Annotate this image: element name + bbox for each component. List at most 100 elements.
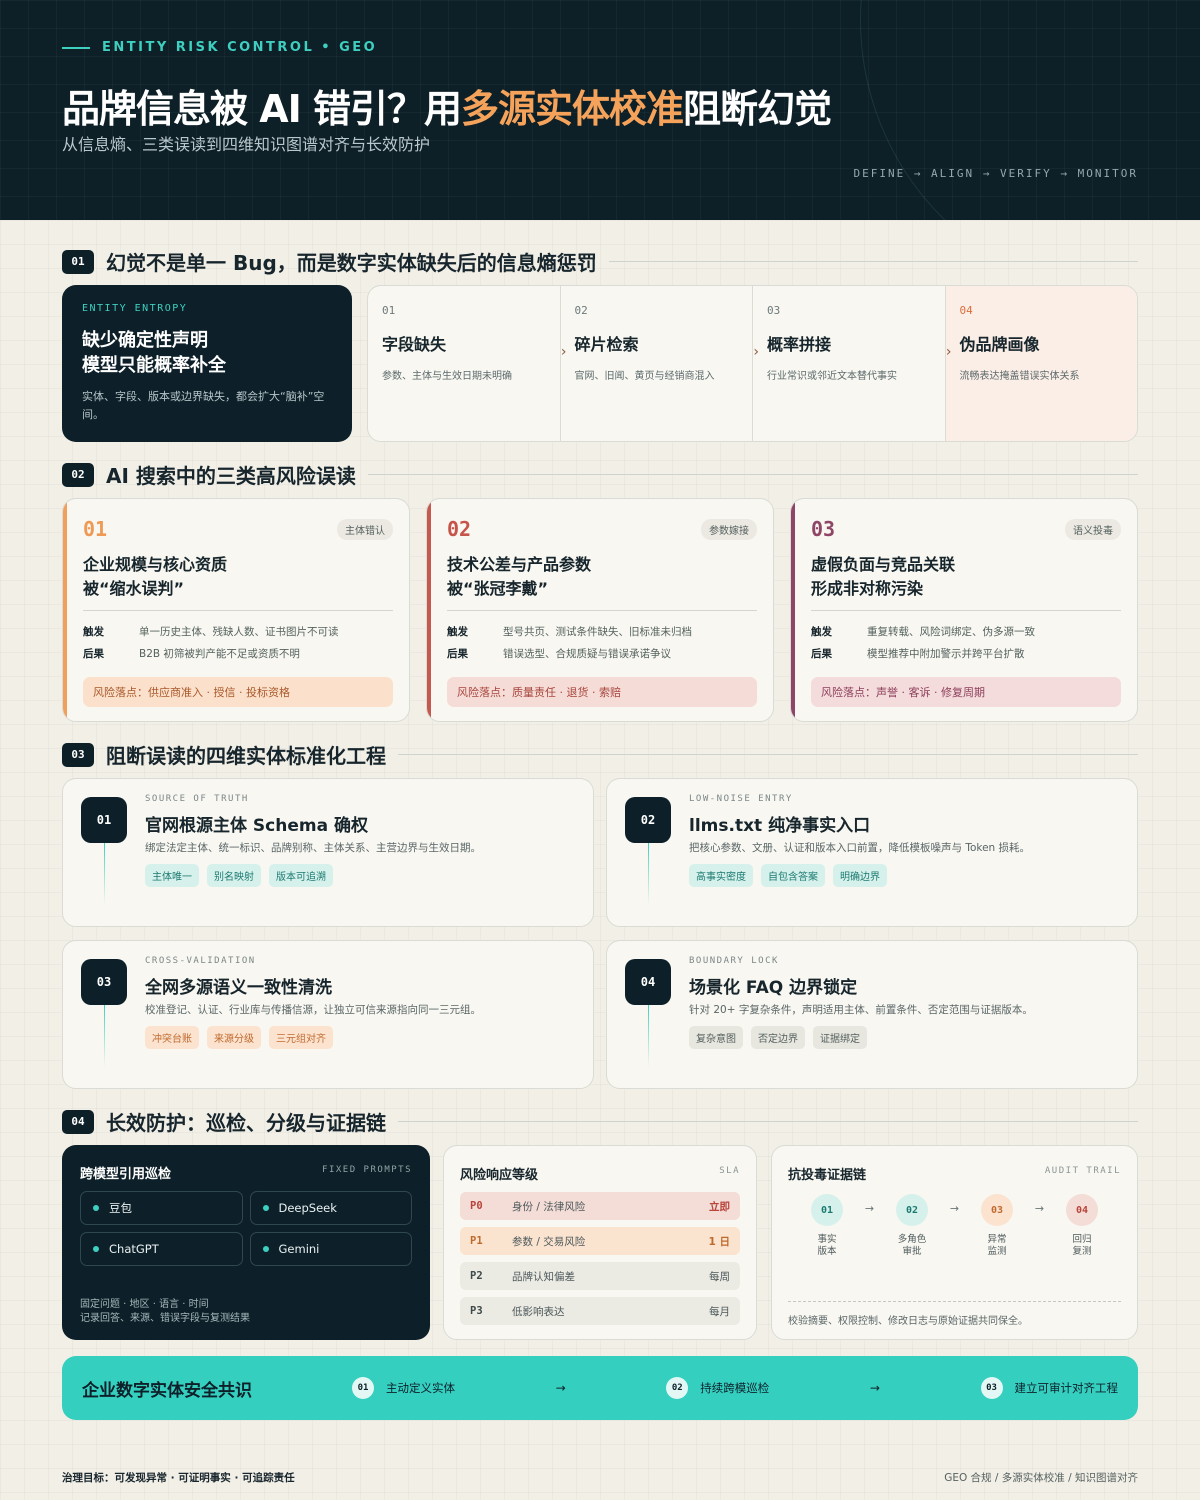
eyebrow-text: ENTITY RISK CONTROL • GEO	[102, 40, 378, 55]
accent-bar	[63, 499, 67, 721]
model-item: DeepSeek	[249, 1191, 412, 1225]
trigger-row: 触发 单一历史主体、残缺人数、证书图片不可读	[83, 621, 393, 643]
page-title: 品牌信息被 AI 错引？用多源实体校准阻断幻觉	[62, 78, 832, 133]
sla-time: 立即	[709, 1200, 730, 1213]
chip-group: 高事实密度 自包含答案 明确边界	[689, 864, 887, 887]
engineering-card-3: 03 CROSS-VALIDATION 全网多源语义一致性清洗 校准登记、认证、…	[62, 940, 594, 1089]
title-accent: 多源实体校准	[461, 87, 684, 131]
audit-node-label: 事实 版本	[817, 1234, 837, 1257]
engineering-title: 场景化 FAQ 边界锁定	[689, 978, 858, 998]
risk-card-1: 01 主体错认 企业规模与核心资质 被“缩水误判” 触发 单一历史主体、残缺人数、…	[62, 498, 410, 722]
audit-node: 03 异常 监测	[968, 1194, 1026, 1258]
risk-tag: 主体错认	[337, 519, 393, 540]
audit-node: 04 回归 复测	[1053, 1194, 1111, 1258]
audit-note: 校验摘要、权限控制、修改日志与原始证据共同保全。	[788, 1316, 1028, 1327]
step-card: 03 概率拼接 行业常识或邻近文本替代事实 ›	[753, 286, 952, 441]
audit-card: 抗投毒证据链 AUDIT TRAIL 01 事实 版本 → 02 多角色 审批 → …	[771, 1145, 1138, 1340]
sla-card: 风险响应等级 SLA P0 身份 / 法律风险 立即 P1 参数 / 交易风险 1 日 …	[443, 1145, 757, 1340]
chip: 冲突台账	[145, 1026, 199, 1049]
sla-priority: P3	[470, 1305, 483, 1317]
risk-card-3: 03 语义投毒 虚假负面与竞品关联 形成非对称污染 触发 重复转载、风险词绑定、伪…	[790, 498, 1138, 722]
section-number: 03	[62, 742, 94, 767]
section-1-heading: 01 幻觉不是单一 Bug，而是数字实体缺失后的信息熵惩罚	[62, 247, 1138, 276]
title-part-3: 阻断幻觉	[683, 87, 832, 131]
engineering-card-2: 02 LOW-NOISE ENTRY llms.txt 纯净事实入口 把核心参数…	[606, 778, 1138, 927]
result-text: 错误选型、合规质疑与错误承诺争议	[503, 648, 671, 660]
chip: 来源分级	[207, 1026, 261, 1049]
chip: 版本可追溯	[269, 864, 333, 887]
entropy-desc: 实体、字段、版本或边界缺失，都会扩大“脑补”空间。	[82, 390, 325, 421]
trigger-text: 型号共页、测试条件缺失、旧标准未归档	[503, 626, 692, 638]
result-label: 后果	[83, 648, 104, 660]
model-name: ChatGPT	[109, 1242, 159, 1256]
risk-title: 企业规模与核心资质 被“缩水误判”	[83, 555, 228, 598]
eyebrow-line	[62, 46, 90, 49]
model-name: Gemini	[278, 1242, 320, 1256]
result-row: 后果 错误选型、合规质疑与错误承诺争议	[447, 643, 757, 665]
audit-node-label: 回归 复测	[1072, 1234, 1092, 1257]
audit-node-label: 多角色 审批	[897, 1234, 927, 1257]
sla-time: 1 日	[708, 1235, 730, 1248]
chip: 三元组对齐	[269, 1026, 333, 1049]
audit-node-number: 03	[981, 1194, 1013, 1226]
step-number: 01	[382, 304, 396, 317]
section-title: AI 搜索中的三类高风险误读	[106, 464, 356, 488]
chevron-right-icon: ›	[753, 344, 759, 360]
result-text: B2B 初筛被判产能不足或资质不明	[139, 648, 300, 660]
consensus-label: 建立可审计对齐工程	[1014, 1381, 1119, 1395]
step-title: 伪品牌画像	[959, 335, 1040, 354]
result-row: 后果 B2B 初筛被判产能不足或资质不明	[83, 643, 393, 665]
consensus-number: 01	[352, 1377, 374, 1399]
trigger-label: 触发	[83, 626, 104, 638]
flow-sequence: DEFINE → ALIGN → VERIFY → MONITOR	[853, 167, 1138, 180]
section-number: 01	[62, 249, 94, 274]
step-desc: 官网、旧闻、黄页与经销商混入	[574, 371, 715, 382]
consensus-item: 01 主动定义实体	[352, 1377, 455, 1399]
model-name: 豆包	[109, 1201, 132, 1215]
step-title: 字段缺失	[382, 335, 447, 354]
accent-bar	[427, 499, 431, 721]
accent-bar	[791, 499, 795, 721]
step-number: 04	[959, 304, 973, 317]
model-name: DeepSeek	[278, 1201, 337, 1215]
risk-tag: 参数嫁接	[701, 519, 757, 540]
eyebrow: ENTITY RISK CONTROL • GEO	[62, 40, 377, 55]
sla-desc: 身份 / 法律风险	[512, 1200, 586, 1213]
consensus-item: 02 持续跨模巡检	[666, 1377, 769, 1399]
risk-title: 虚假负面与竞品关联 形成非对称污染	[811, 555, 956, 598]
audit-node: 01 事实 版本	[798, 1194, 856, 1258]
section-rule	[398, 1121, 1138, 1122]
result-row: 后果 模型推荐中附加警示并跨平台扩散	[811, 643, 1121, 665]
step-title: 概率拼接	[767, 335, 832, 354]
patrol-note: 固定问题 · 地区 · 语言 · 时间 记录回答、来源、错误字段与复测结果	[80, 1298, 250, 1326]
model-item: Gemini	[249, 1232, 412, 1266]
footer-goal: 治理目标：可发现异常 · 可证明事实 · 可追踪责任	[62, 1472, 295, 1484]
section-rule	[398, 754, 1138, 755]
step-card: 02 碎片检索 官网、旧闻、黄页与经销商混入 ›	[561, 286, 759, 441]
dashed-divider	[788, 1301, 1121, 1302]
engineering-desc: 针对 20+ 字复杂条件，声明适用主体、前置条件、否定范围与证据版本。	[689, 1004, 1033, 1016]
section-number: 02	[62, 462, 94, 487]
audit-node-number: 04	[1066, 1194, 1098, 1226]
patrol-label: FIXED PROMPTS	[322, 1165, 412, 1175]
consensus-label: 主动定义实体	[386, 1381, 455, 1395]
title-part-1: 品牌信息被 AI 错引？用	[62, 87, 462, 131]
sla-rows: P0 身份 / 法律风险 立即 P1 参数 / 交易风险 1 日 P2 品牌认知偏差 每周 …	[460, 1192, 740, 1325]
sla-desc: 低影响表达	[512, 1305, 565, 1318]
chip-group: 主体唯一 别名映射 版本可追溯	[145, 864, 333, 887]
audit-node-number: 01	[811, 1194, 843, 1226]
engineering-label: SOURCE OF TRUTH	[145, 794, 249, 804]
page-subtitle: 从信息熵、三类误读到四维知识图谱对齐与长效防护	[62, 135, 431, 154]
timeline-line	[648, 1005, 649, 1067]
chip: 别名映射	[207, 864, 261, 887]
section-rule	[608, 261, 1138, 262]
engineering-badge: 03	[81, 959, 127, 1005]
consensus-label: 持续跨模巡检	[700, 1381, 770, 1395]
sla-row: P1 参数 / 交易风险 1 日	[460, 1227, 740, 1255]
arrow-right-icon: →	[869, 1381, 880, 1395]
sla-time: 每周	[709, 1270, 730, 1283]
timeline-line	[648, 843, 649, 905]
chevron-right-icon: ›	[945, 344, 952, 360]
engineering-desc: 绑定法定主体、统一标识、品牌别称、主体关系、主营边界与生效日期。	[145, 842, 481, 854]
step-number: 03	[767, 304, 781, 317]
